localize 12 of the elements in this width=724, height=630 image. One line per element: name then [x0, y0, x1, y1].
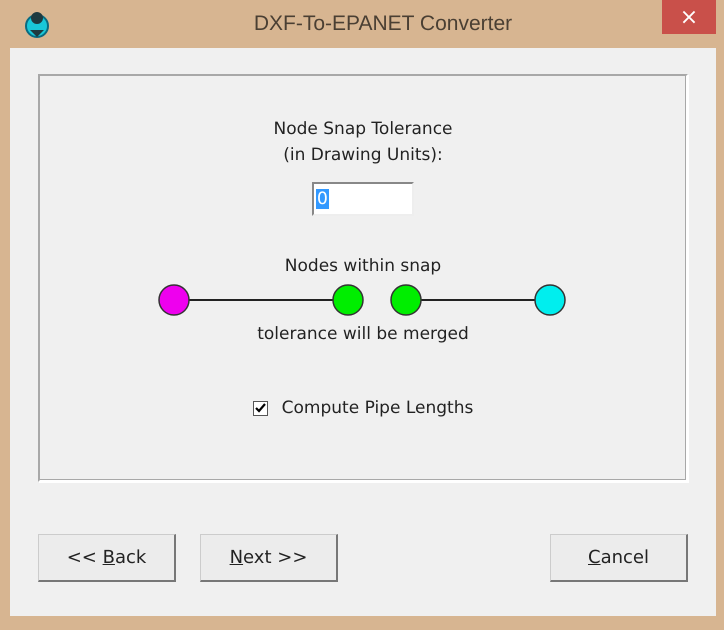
- dialog-button[interactable]: Cancel: [550, 534, 688, 582]
- checkbox[interactable]: [252, 400, 268, 416]
- app-icon: [24, 10, 50, 38]
- window-title: DXF-To-EPANET Converter: [254, 12, 512, 36]
- tolerance-label: Node Snap Tolerance (in Drawing Units):: [273, 118, 452, 167]
- close-button[interactable]: ×: [662, 0, 716, 34]
- check-icon: [254, 403, 266, 413]
- diagram-caption: tolerance will be merged: [257, 324, 469, 344]
- diagram-caption: Nodes within snap: [284, 256, 442, 276]
- dialog-button[interactable]: << Back: [38, 534, 176, 582]
- dialog-button[interactable]: Next >>: [200, 534, 338, 582]
- checkbox-label: Compute Pipe Lengths: [282, 398, 474, 418]
